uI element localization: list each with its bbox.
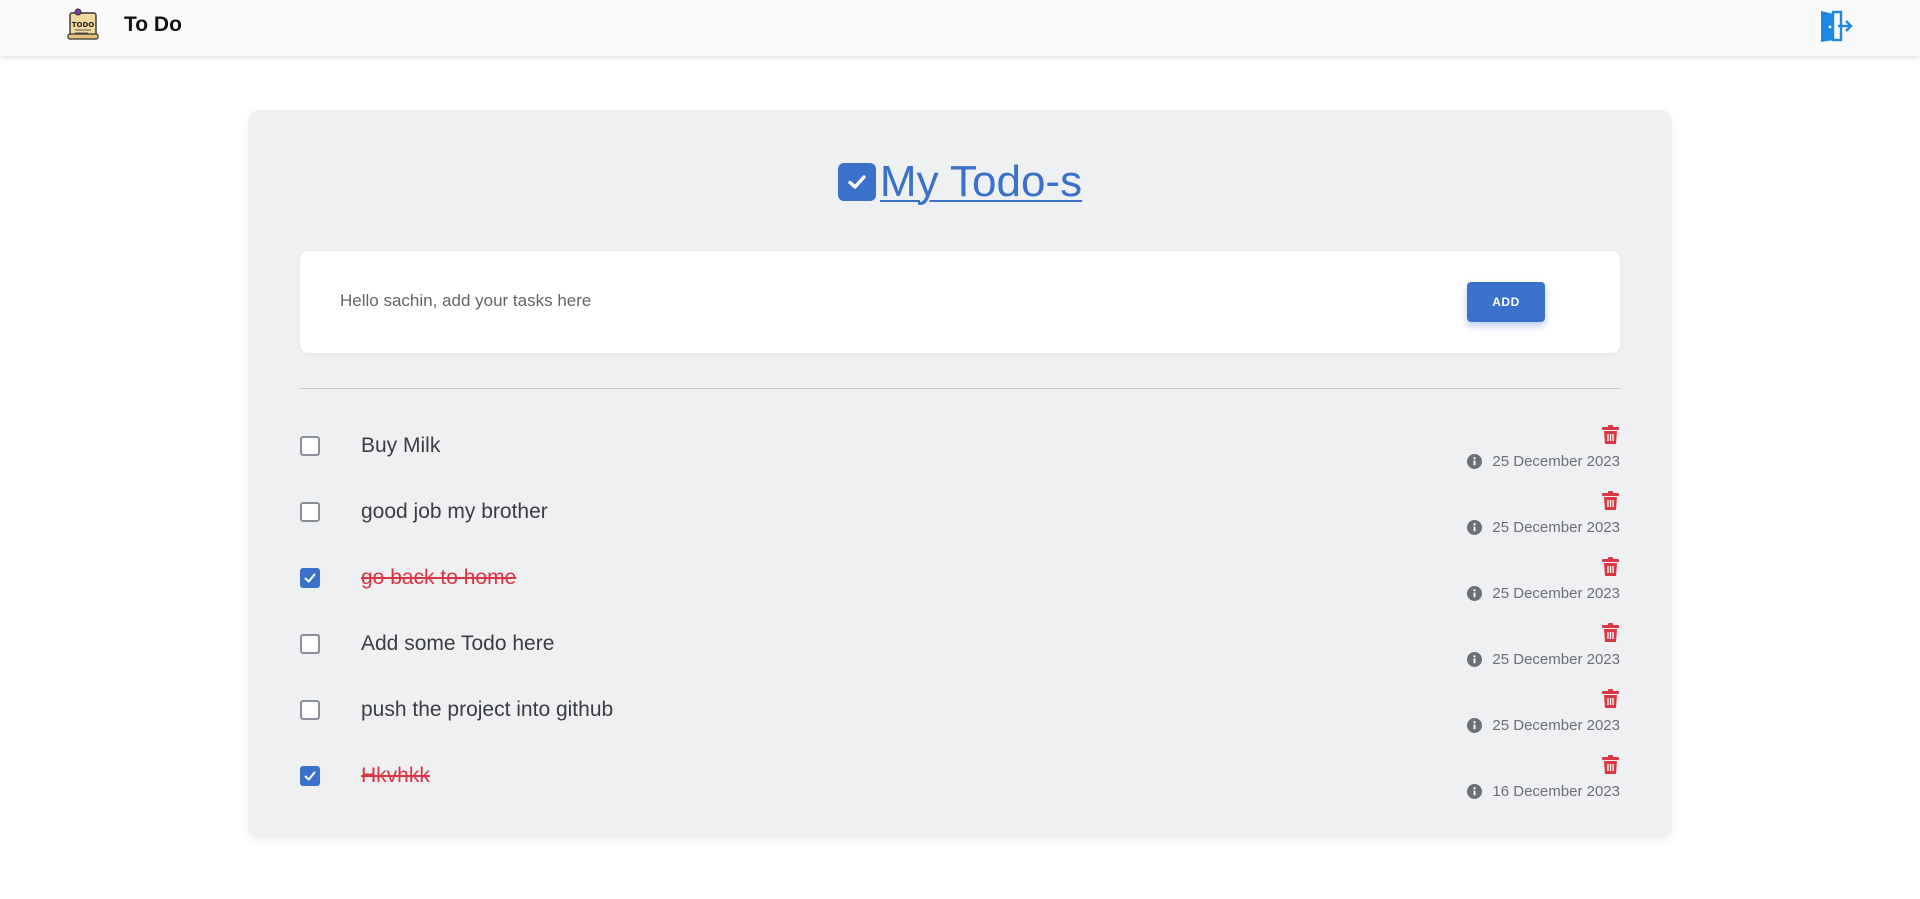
todo-item: Buy Milk 25 December 2023 [300, 420, 1620, 486]
todo-date-text: 25 December 2023 [1492, 585, 1620, 602]
info-icon [1467, 718, 1483, 733]
page-title-text[interactable]: My Todo-s [880, 157, 1082, 207]
todo-date: 25 December 2023 [1467, 651, 1620, 668]
todo-checkbox[interactable] [300, 502, 320, 522]
checkbox-checked-icon [837, 163, 876, 201]
todo-text: good job my brother [361, 500, 548, 523]
todo-text: Buy Milk [361, 434, 441, 457]
todo-item: Add some Todo here 25 December 2023 [300, 618, 1620, 684]
todo-checkbox[interactable] [300, 568, 320, 588]
todo-item: Hkvhkk 16 December 2023 [300, 750, 1620, 816]
todo-date: 25 December 2023 [1467, 453, 1620, 470]
todo-checkbox[interactable] [300, 700, 320, 720]
trash-icon[interactable] [1602, 491, 1619, 510]
top-navbar: TODO To Do [0, 0, 1920, 56]
add-task-form: ADD [300, 251, 1620, 353]
todo-item: push the project into github 25 December… [300, 684, 1620, 750]
todo-date-text: 16 December 2023 [1492, 783, 1620, 800]
add-button[interactable]: ADD [1467, 282, 1545, 322]
todo-list: Buy Milk 25 December 2023 good job my br… [300, 420, 1620, 816]
trash-icon[interactable] [1602, 557, 1619, 576]
todo-date-text: 25 December 2023 [1492, 519, 1620, 536]
todo-note-logo-icon: TODO [67, 8, 99, 40]
todo-date: 25 December 2023 [1467, 585, 1620, 602]
todo-date: 25 December 2023 [1467, 519, 1620, 536]
info-icon [1467, 586, 1483, 601]
info-icon [1467, 454, 1483, 469]
brand-name: To Do [124, 13, 182, 36]
todo-date-text: 25 December 2023 [1492, 651, 1620, 668]
todo-card: My Todo-s ADD Buy Milk 25 December 2023 … [248, 110, 1672, 838]
trash-icon[interactable] [1602, 755, 1619, 774]
todo-date: 25 December 2023 [1467, 717, 1620, 734]
divider [300, 388, 1620, 389]
checkmark-icon [304, 573, 316, 583]
exit-door-icon[interactable] [1818, 9, 1854, 43]
task-input[interactable] [330, 281, 1430, 321]
info-icon [1467, 652, 1483, 667]
todo-date: 16 December 2023 [1467, 783, 1620, 800]
svg-text:TODO: TODO [72, 21, 95, 29]
todo-item: good job my brother 25 December 2023 [300, 486, 1620, 552]
todo-text: push the project into github [361, 698, 614, 721]
brand[interactable]: TODO To Do [66, 8, 182, 42]
todo-checkbox[interactable] [300, 634, 320, 654]
info-icon [1467, 520, 1483, 535]
page-title: My Todo-s [248, 156, 1672, 208]
todo-item: go back to home 25 December 2023 [300, 552, 1620, 618]
todo-text: go back to home [361, 566, 517, 589]
todo-checkbox[interactable] [300, 436, 320, 456]
trash-icon[interactable] [1602, 689, 1619, 708]
trash-icon[interactable] [1602, 425, 1619, 444]
checkmark-icon [304, 771, 316, 781]
trash-icon[interactable] [1602, 623, 1619, 642]
todo-text: Add some Todo here [361, 632, 555, 655]
info-icon [1467, 784, 1483, 799]
todo-date-text: 25 December 2023 [1492, 453, 1620, 470]
todo-date-text: 25 December 2023 [1492, 717, 1620, 734]
todo-text: Hkvhkk [361, 764, 430, 787]
todo-checkbox[interactable] [300, 766, 320, 786]
